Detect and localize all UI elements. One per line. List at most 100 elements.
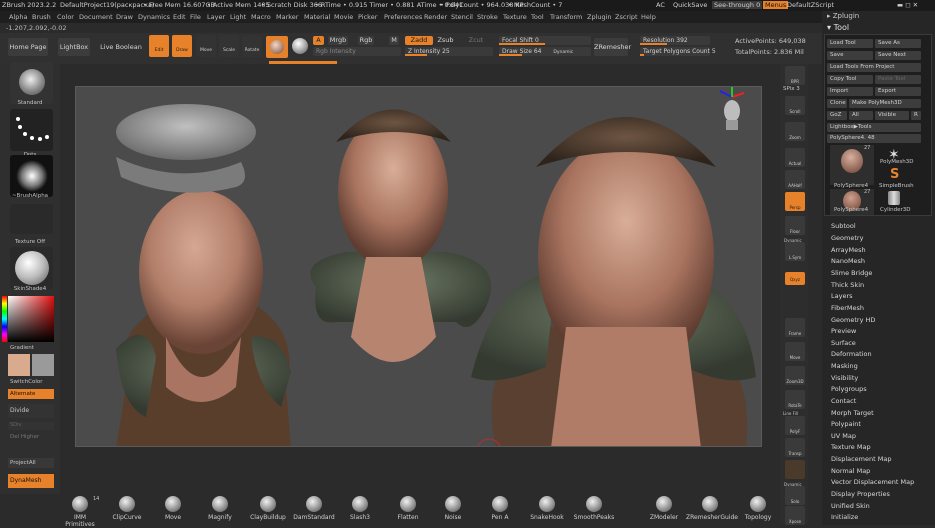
texture-thumbnail[interactable] (10, 204, 53, 234)
brush-smoothpeaks[interactable]: SmoothPeaks (572, 494, 616, 521)
menu-display-properties[interactable]: Display Properties (831, 490, 890, 498)
divide-button[interactable]: Divide (8, 404, 54, 418)
menu-deformation[interactable]: Deformation (831, 350, 872, 358)
xyz-button[interactable]: Qxyz (785, 272, 805, 285)
menu-transform[interactable]: Transform (550, 13, 582, 21)
menu-subtool[interactable]: Subtool (831, 222, 856, 230)
transp-button[interactable]: Transp (785, 438, 805, 457)
menu-masking[interactable]: Masking (831, 362, 858, 370)
menu-render[interactable]: Render (424, 13, 447, 21)
menu-surface[interactable]: Surface (831, 339, 856, 347)
menu-layer[interactable]: Layer (207, 13, 225, 21)
menu-picker[interactable]: Picker (358, 13, 377, 21)
floor-button[interactable]: Floor (785, 216, 805, 235)
menu-initialize[interactable]: Initialize (831, 513, 858, 521)
current-tool-slider[interactable]: PolySphere4. 48 (827, 134, 921, 143)
sdiv-slider[interactable]: SDiv (8, 422, 54, 430)
target-polygons-slider[interactable]: Target Polygons Count 5 (640, 47, 716, 56)
viewport-canvas[interactable] (75, 86, 762, 447)
brush-claybuildup[interactable]: ClayBuildup (248, 494, 288, 521)
menu-arraymesh[interactable]: ArrayMesh (831, 246, 866, 254)
seethrough-slider[interactable]: See-through 0 (712, 1, 763, 9)
edit-button[interactable]: Edit (149, 35, 169, 57)
clone-button[interactable]: Clone (827, 99, 847, 108)
projectall-button[interactable]: ProjectAll (8, 458, 54, 468)
draw-size-slider[interactable]: Draw Size 64 Dynamic (499, 47, 591, 56)
menus-button[interactable]: Menus (763, 1, 789, 9)
menu-stroke[interactable]: Stroke (477, 13, 498, 21)
polyf-button[interactable]: PolyF (785, 416, 805, 435)
mrgb-toggle[interactable]: Mrgb (328, 36, 348, 45)
zadd-toggle[interactable]: Zadd (405, 36, 433, 45)
tool-header[interactable]: ▾ Tool (827, 23, 849, 32)
primary-color-swatch[interactable] (8, 354, 30, 376)
menu-brush[interactable]: Brush (32, 13, 51, 21)
rgb-toggle[interactable]: Rgb (358, 36, 374, 45)
stroke-thumbnail[interactable] (10, 109, 53, 151)
menu-zscript[interactable]: Zscript (615, 13, 638, 21)
secondary-color-swatch[interactable] (32, 354, 54, 376)
brush-snakehook[interactable]: SnakeHook (529, 494, 565, 521)
paste-tool-button[interactable]: Paste Tool (875, 75, 921, 84)
brush-magnify[interactable]: Magnify (204, 494, 236, 521)
rgb-intensity-slider[interactable]: Rgb Intensity (313, 47, 401, 56)
goz-button[interactable]: GoZ (827, 111, 847, 120)
brush-zremesherguide[interactable]: ZRemesherGuide (686, 494, 738, 521)
menu-zplugin[interactable]: Zplugin (587, 13, 612, 21)
m-toggle[interactable]: M (389, 36, 399, 45)
load-tool-button[interactable]: Load Tool (827, 39, 873, 48)
a-toggle[interactable]: A (313, 36, 324, 45)
live-boolean-button[interactable]: Live Boolean (100, 38, 142, 56)
menu-marker[interactable]: Marker (276, 13, 298, 21)
frame-button[interactable]: Frame (785, 318, 805, 337)
bpr-button[interactable]: BPR (785, 66, 805, 85)
menu-light[interactable]: Light (230, 13, 246, 21)
material-swatch[interactable] (266, 36, 288, 58)
menu-alpha[interactable]: Alpha (9, 13, 27, 21)
save-as-button[interactable]: Save As (875, 39, 921, 48)
menu-uv-map[interactable]: UV Map (831, 432, 856, 440)
scale-button[interactable]: Scale (219, 35, 239, 57)
menu-polygroups[interactable]: Polygroups (831, 385, 867, 393)
save-next-button[interactable]: Save Next (875, 51, 921, 60)
color-picker[interactable] (8, 296, 54, 342)
lsym-button[interactable]: L.Sym (785, 242, 805, 261)
alpha-thumbnail[interactable] (10, 155, 53, 197)
scroll-button[interactable]: Scroll (785, 96, 805, 115)
window-controls[interactable]: ▬ ◻ ✕ (897, 1, 918, 9)
navigation-gizmo[interactable] (714, 87, 750, 147)
move-view-button[interactable]: Move (785, 342, 805, 361)
menu-slime-bridge[interactable]: Slime Bridge (831, 269, 872, 277)
menu-polypaint[interactable]: Polypaint (831, 420, 861, 428)
menu-texture[interactable]: Texture (503, 13, 527, 21)
copy-tool-button[interactable]: Copy Tool (827, 75, 873, 84)
lightbox-tools-button[interactable]: Lightbox▶Tools (827, 123, 921, 132)
del-higher-button[interactable]: Del Higher (8, 434, 54, 444)
load-from-project-button[interactable]: Load Tools From Project (827, 63, 921, 72)
import-button[interactable]: Import (827, 87, 873, 96)
menu-geometry-hd[interactable]: Geometry HD (831, 316, 875, 324)
menu-vector-displacement-map[interactable]: Vector Displacement Map (831, 478, 914, 486)
aahalf-button[interactable]: AAHalf (785, 170, 805, 189)
actual-button[interactable]: Actual (785, 148, 805, 167)
zoom-button[interactable]: Zoom (785, 122, 805, 141)
material-thumbnail[interactable] (10, 247, 53, 289)
brush-clipcurve[interactable]: ClipCurve (110, 494, 144, 521)
focal-shift-slider[interactable]: Focal Shift 0 (499, 36, 591, 45)
simplebrush-icon[interactable]: S (890, 167, 899, 182)
spix-slider[interactable]: SPix 3 (783, 86, 800, 92)
menu-morph-target[interactable]: Morph Target (831, 409, 874, 417)
cylinder-icon[interactable] (888, 191, 900, 205)
tool-thumb-polysphere-1[interactable] (830, 145, 874, 185)
make-polymesh-button[interactable]: Make PolyMesh3D (849, 99, 921, 108)
menu-unified-skin[interactable]: Unified Skin (831, 502, 870, 510)
menu-macro[interactable]: Macro (251, 13, 271, 21)
ghost-button[interactable] (785, 460, 805, 479)
menu-fibermesh[interactable]: FiberMesh (831, 304, 864, 312)
menu-draw[interactable]: Draw (116, 13, 133, 21)
home-page-button[interactable]: Home Page (8, 38, 48, 56)
brush-thumbnail[interactable] (10, 62, 53, 104)
brush-topology[interactable]: Topology (742, 494, 774, 521)
menu-thick-skin[interactable]: Thick Skin (831, 281, 864, 289)
menu-dynamics[interactable]: Dynamics (138, 13, 170, 21)
